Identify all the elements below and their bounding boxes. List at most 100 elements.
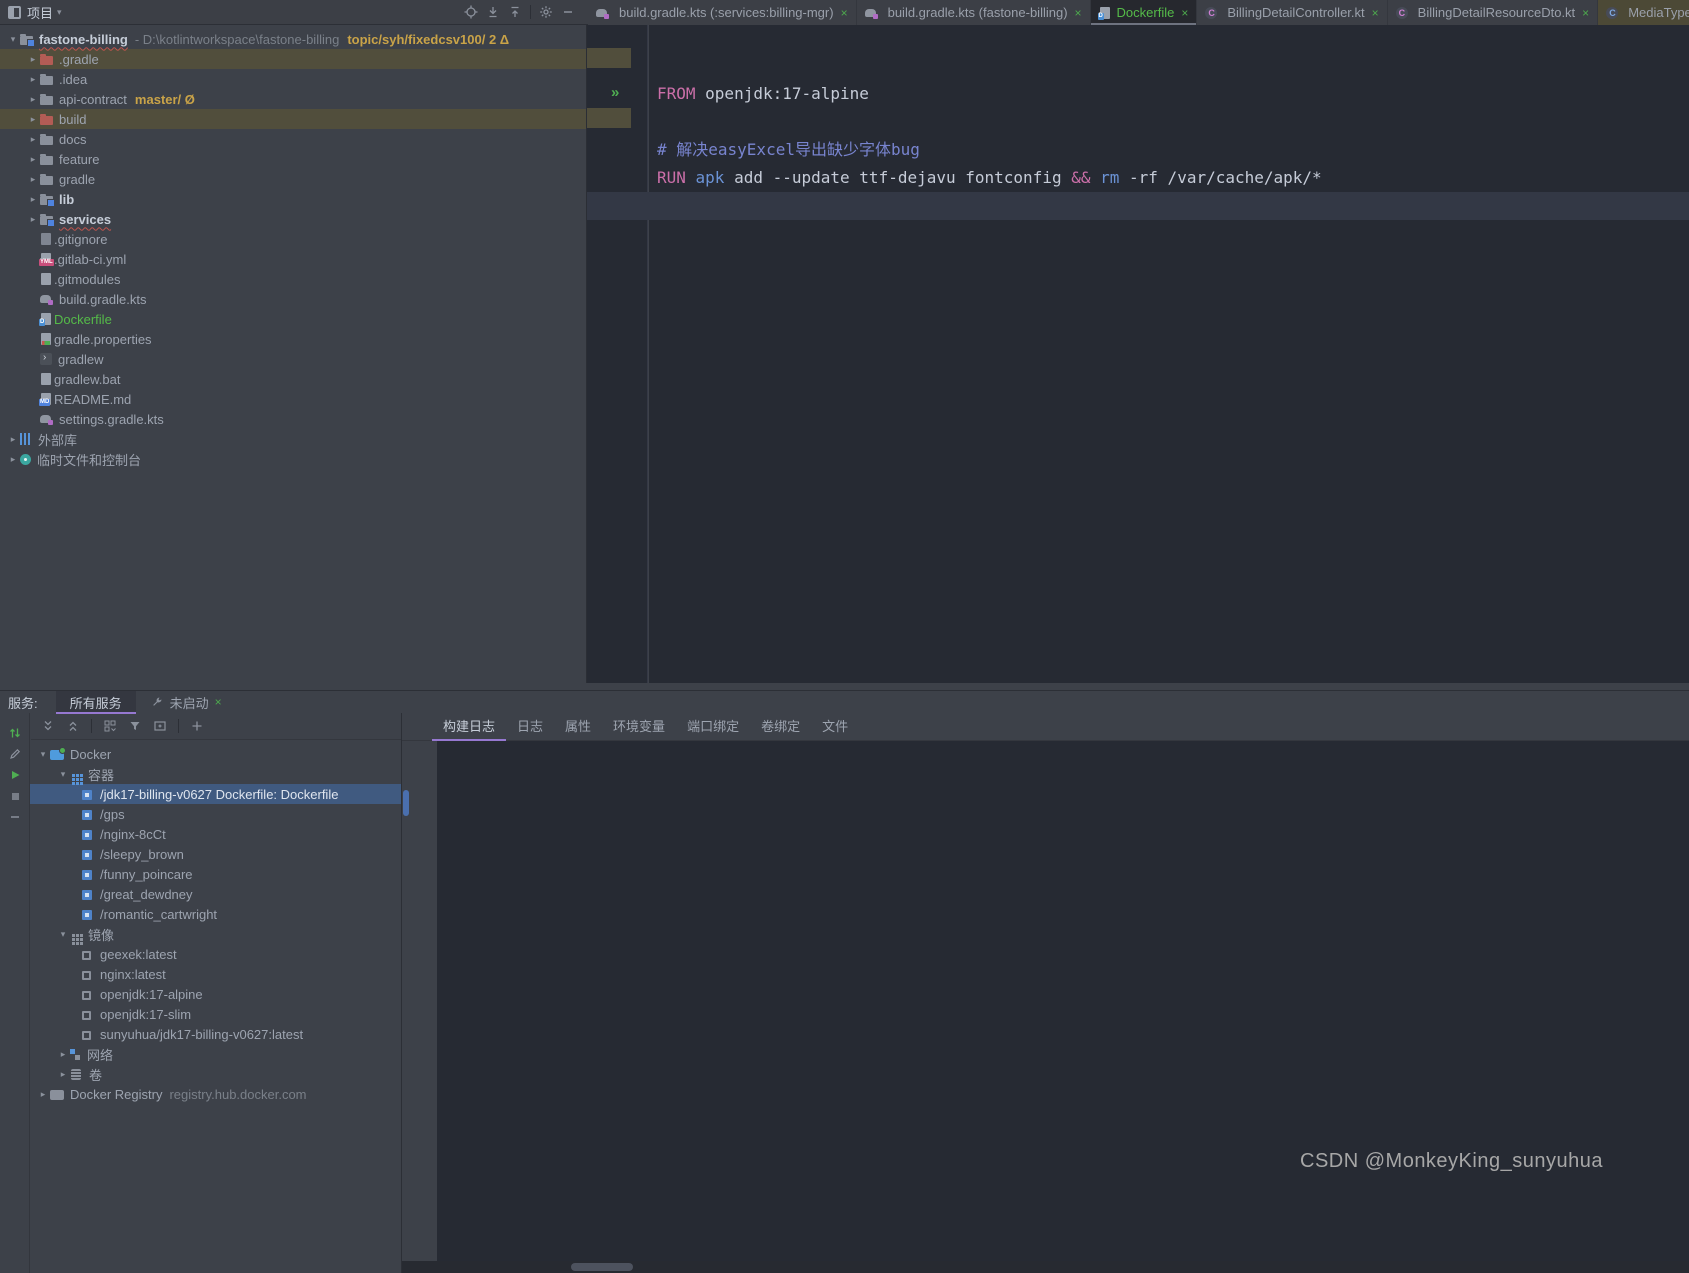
service-tree-row[interactable]: ▸ 卷 (30, 1064, 401, 1084)
group-by-icon[interactable] (103, 719, 117, 733)
service-tree-row[interactable]: ▸ 网络 (30, 1044, 401, 1064)
project-tree-row[interactable]: ▸ 外部库 (0, 429, 586, 449)
service-tree-row[interactable]: ▾ Docker (30, 744, 401, 764)
chevron-icon[interactable]: ▸ (26, 134, 40, 145)
project-tree-row[interactable]: Dockerfile (0, 309, 586, 329)
project-tree-row[interactable]: build.gradle.kts (0, 289, 586, 309)
detail-tab[interactable]: 卷绑定 (750, 713, 811, 741)
tab-not-started[interactable]: 未启动 × (136, 691, 236, 714)
project-tree-row[interactable]: gradlew (0, 349, 586, 369)
service-tree-row[interactable]: geexek:latest (30, 944, 401, 964)
project-tree-row[interactable]: ▸ docs (0, 129, 586, 149)
run-icon[interactable] (8, 768, 22, 782)
expand-all-icon[interactable] (41, 719, 55, 733)
chevron-icon[interactable]: ▸ (6, 454, 20, 465)
project-tree-row[interactable]: gradlew.bat (0, 369, 586, 389)
service-tree-row[interactable]: nginx:latest (30, 964, 401, 984)
project-tree-row[interactable]: ▸ lib (0, 189, 586, 209)
horizontal-scrollbar-thumb[interactable] (571, 1263, 633, 1271)
project-tree-row[interactable]: ▸ 临时文件和控制台 (0, 449, 586, 469)
chevron-icon[interactable]: ▸ (6, 434, 20, 445)
new-window-icon[interactable] (153, 719, 167, 733)
add-service-icon[interactable] (190, 719, 204, 733)
service-tree-row[interactable]: /romantic_cartwright (30, 904, 401, 924)
service-tree-row[interactable]: /jdk17-billing-v0627 Dockerfile: Dockerf… (30, 784, 401, 804)
panel-divider[interactable] (401, 713, 402, 1273)
filter-icon[interactable] (128, 719, 142, 733)
chevron-icon[interactable]: ▸ (56, 1069, 70, 1080)
hide-panel-icon[interactable] (561, 5, 575, 19)
collapse-all-icon[interactable] (66, 719, 80, 733)
chevron-icon[interactable]: ▸ (36, 1089, 50, 1100)
chevron-icon[interactable]: ▾ (6, 34, 20, 45)
code-editor[interactable]: FROM openjdk:17-alpine # 解决easyExcel导出缺少… (649, 25, 1689, 683)
chevron-icon[interactable]: ▾ (56, 769, 70, 780)
editor-tab[interactable]: build.gradle.kts (:services:billing-mgr)… (588, 0, 857, 25)
detail-tab[interactable]: 构建日志 (432, 713, 506, 741)
chevron-icon[interactable]: ▸ (26, 174, 40, 185)
chevron-icon[interactable]: ▾ (36, 749, 50, 760)
chevron-icon[interactable]: ▸ (26, 94, 40, 105)
run-gutter-icon[interactable]: » (611, 80, 619, 108)
project-tree-row[interactable]: ▸ api-contract master/ Ø (0, 89, 586, 109)
collapse-icon[interactable] (8, 810, 22, 824)
chevron-icon[interactable]: ▸ (26, 194, 40, 205)
edit-configuration-icon[interactable] (8, 747, 22, 761)
project-tree-row[interactable]: ▸ build (0, 109, 586, 129)
close-icon[interactable]: × (841, 6, 848, 20)
close-icon[interactable]: × (1372, 6, 1379, 20)
service-tree-row[interactable]: /gps (30, 804, 401, 824)
chevron-down-icon[interactable]: ▾ (57, 7, 62, 18)
chevron-icon[interactable]: ▸ (26, 54, 40, 65)
editor-tab[interactable]: BillingDetailResourceDto.kt × (1388, 0, 1599, 25)
chevron-icon[interactable]: ▸ (26, 74, 40, 85)
stop-icon[interactable] (8, 789, 22, 803)
detail-tab[interactable]: 日志 (506, 713, 554, 741)
project-tree-row[interactable]: .gitignore (0, 229, 586, 249)
chevron-icon[interactable]: ▸ (56, 1049, 70, 1060)
service-tree-row[interactable]: openjdk:17-slim (30, 1004, 401, 1024)
service-tree-row[interactable]: ▾ 镜像 (30, 924, 401, 944)
close-icon[interactable]: × (215, 695, 222, 709)
close-icon[interactable]: × (1582, 6, 1589, 20)
scroll-from-source-icon[interactable] (486, 5, 500, 19)
editor-tab[interactable]: build.gradle.kts (fastone-billing) × (857, 0, 1091, 25)
detail-tab[interactable]: 端口绑定 (676, 713, 750, 741)
target-icon[interactable] (464, 5, 478, 19)
close-icon[interactable]: × (1181, 6, 1188, 20)
project-tree-row[interactable]: ▸ .idea (0, 69, 586, 89)
service-tree-row[interactable]: ▾ 容器 (30, 764, 401, 784)
chevron-icon[interactable]: ▸ (26, 214, 40, 225)
editor-tab[interactable]: Dockerfile × (1091, 0, 1198, 25)
service-tree-row[interactable]: openjdk:17-alpine (30, 984, 401, 1004)
service-tree-row[interactable]: /sleepy_brown (30, 844, 401, 864)
project-tree-row[interactable]: ▸ feature (0, 149, 586, 169)
project-tree-row[interactable]: .gitmodules (0, 269, 586, 289)
service-tree-row[interactable]: /great_dewdney (30, 884, 401, 904)
build-log-console[interactable] (437, 741, 1689, 1261)
detail-tab[interactable]: 环境变量 (602, 713, 676, 741)
chevron-icon[interactable]: ▸ (26, 154, 40, 165)
project-tree-row[interactable]: ▾ fastone-billing - D:\kotlintworkspace\… (0, 29, 586, 49)
close-icon[interactable]: × (1075, 6, 1082, 20)
project-tree-row[interactable]: ▸ .gradle (0, 49, 586, 69)
project-tree-row[interactable]: .gitlab-ci.yml (0, 249, 586, 269)
settings-icon[interactable] (539, 5, 553, 19)
project-tree-row[interactable]: settings.gradle.kts (0, 409, 586, 429)
project-tree-row[interactable]: gradle.properties (0, 329, 586, 349)
chevron-icon[interactable]: ▸ (26, 114, 40, 125)
tab-all-services[interactable]: 所有服务 (56, 691, 136, 714)
horizontal-scrollbar[interactable] (402, 1261, 1689, 1273)
detail-tab[interactable]: 文件 (811, 713, 859, 741)
project-tree-row[interactable]: ▸ gradle (0, 169, 586, 189)
service-tree-row[interactable]: /nginx-8cCt (30, 824, 401, 844)
service-tree-row[interactable]: /funny_poincare (30, 864, 401, 884)
vertical-scrollbar-thumb[interactable] (403, 790, 409, 816)
collapse-all-icon[interactable] (508, 5, 522, 19)
project-tree-row[interactable]: README.md (0, 389, 586, 409)
service-tree-row[interactable]: sunyuhua/jdk17-billing-v0627:latest (30, 1024, 401, 1044)
project-tree-row[interactable]: ▸ services (0, 209, 586, 229)
chevron-icon[interactable]: ▾ (56, 929, 70, 940)
detail-tab[interactable]: 属性 (554, 713, 602, 741)
swap-vertical-icon[interactable] (8, 726, 22, 740)
